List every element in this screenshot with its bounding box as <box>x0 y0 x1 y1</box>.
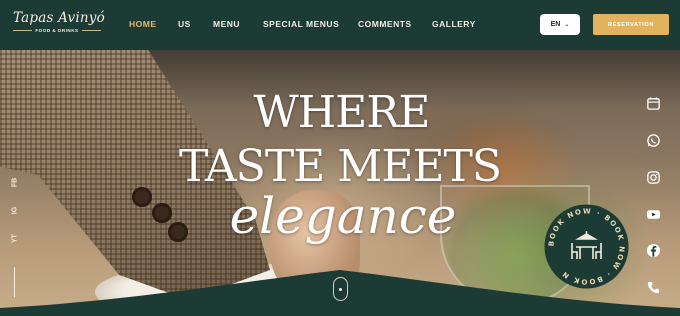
phone-icon[interactable] <box>641 275 665 299</box>
calendar-icon[interactable] <box>641 91 665 115</box>
language-label: EN <box>550 21 561 28</box>
nav-home[interactable]: HOME <box>129 19 157 29</box>
brand-subtitle: FOOD & DRINKS <box>35 28 79 33</box>
language-selector[interactable]: EN ⌄ <box>540 14 580 35</box>
social-link-ig[interactable]: IG <box>12 204 19 218</box>
hero-title-line1: WHERE <box>253 87 431 138</box>
nav-us[interactable]: US <box>178 19 191 29</box>
left-social-links: FB IG YT <box>8 175 22 297</box>
scroll-down-indicator[interactable] <box>333 277 348 301</box>
whatsapp-icon[interactable] <box>641 128 665 152</box>
book-now-badge[interactable]: BOOK NOW · BOOK NOW · BOOK N <box>543 203 630 290</box>
nav-comments[interactable]: COMMENTS <box>358 19 412 29</box>
nav-menu[interactable]: MENU <box>213 19 240 29</box>
youtube-icon[interactable] <box>641 202 665 226</box>
social-divider <box>14 267 15 297</box>
divider <box>81 30 101 31</box>
divider <box>13 30 33 31</box>
social-link-fb[interactable]: FB <box>12 176 19 190</box>
social-link-yt[interactable]: YT <box>12 232 19 246</box>
brand-logo[interactable]: Tapas Avinyó FOOD & DRINKS <box>13 10 105 33</box>
instagram-icon[interactable] <box>641 165 665 189</box>
chevron-down-icon: ⌄ <box>564 21 570 28</box>
facebook-icon[interactable] <box>641 238 665 262</box>
site-header: Tapas Avinyó FOOD & DRINKS HOME US MENU … <box>0 0 680 50</box>
nav-special-menus[interactable]: SPECIAL MENUS <box>263 19 339 29</box>
hero-title-line2: TASTE MEETS <box>178 141 502 192</box>
reservation-button[interactable]: RESERVATION <box>593 14 669 35</box>
nav-gallery[interactable]: GALLERY <box>432 19 476 29</box>
reservation-label: RESERVATION <box>607 21 655 28</box>
scroll-dot <box>339 288 342 291</box>
brand-name: Tapas Avinyó <box>13 10 105 26</box>
